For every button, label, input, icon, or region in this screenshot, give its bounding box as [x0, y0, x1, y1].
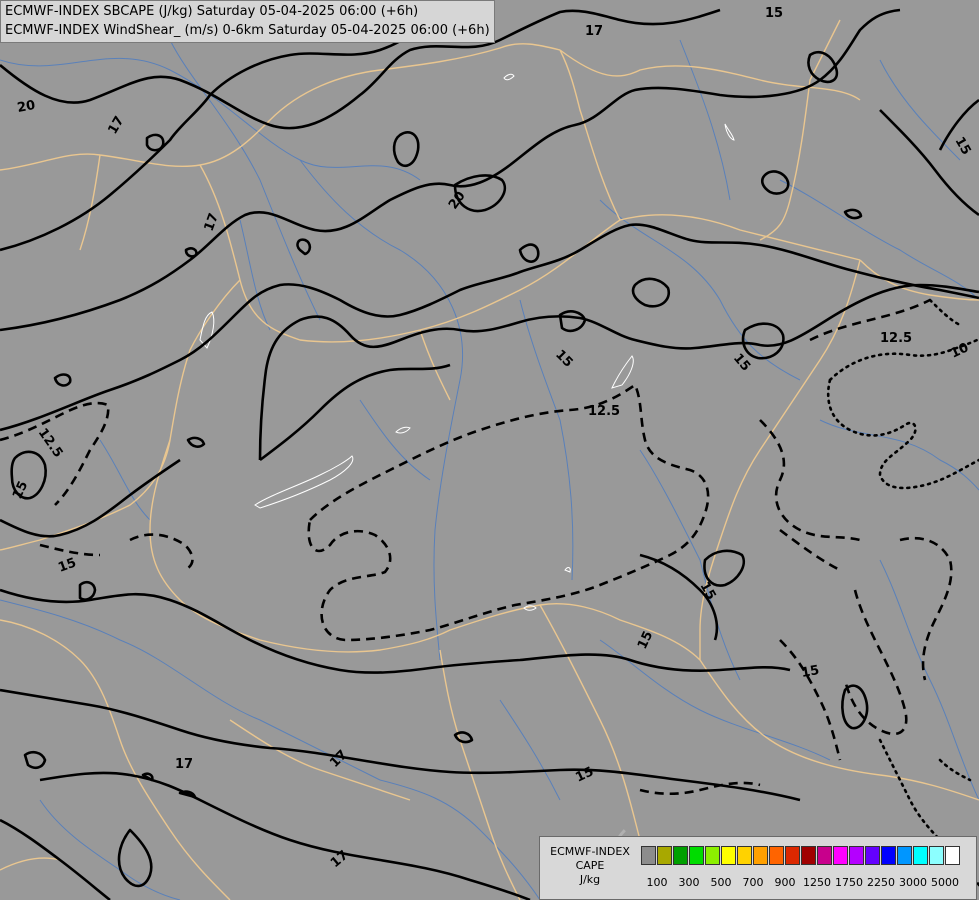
legend-tick: 100 — [646, 876, 668, 889]
legend-tick: 5000 — [931, 876, 959, 889]
legend-swatch — [801, 846, 816, 865]
contour-label: 15 — [800, 663, 820, 681]
legend-swatch — [785, 846, 800, 865]
legend-swatch — [705, 846, 720, 865]
legend-swatch — [721, 846, 736, 865]
sbcape-title: ECMWF-INDEX SBCAPE (J/kg) Saturday 05-04… — [5, 4, 419, 19]
legend-title-line1: ECMWF-INDEX — [550, 845, 630, 858]
legend-swatch — [817, 846, 832, 865]
legend-tick: 900 — [774, 876, 796, 889]
legend-swatch — [673, 846, 688, 865]
legend-color-scale — [641, 846, 961, 865]
contour-label: 20 — [16, 98, 36, 116]
legend-swatch — [657, 846, 672, 865]
contour-label: 12.5 — [588, 404, 620, 419]
legend-tick: 3000 — [899, 876, 927, 889]
legend-swatch — [913, 846, 928, 865]
legend-tick-labels: 100 300 500 700 900 1250 1750 2250 3000 5000 — [640, 876, 970, 890]
legend-title-line2: CAPE — [575, 859, 605, 872]
legend-swatch — [833, 846, 848, 865]
cape-legend: ECMWF-INDEX CAPE J/kg 100 300 500 700 900 125… — [539, 836, 977, 900]
legend-swatch — [897, 846, 912, 865]
legend-swatch — [929, 846, 944, 865]
contour-label: 17 — [175, 757, 193, 772]
legend-tick: 300 — [678, 876, 700, 889]
contour-label: 17 — [585, 24, 603, 39]
legend-tick: 1250 — [803, 876, 831, 889]
contour-label: 12.5 — [880, 331, 912, 346]
legend-tick: 500 — [710, 876, 732, 889]
legend-swatch — [849, 846, 864, 865]
legend-swatch — [737, 846, 752, 865]
legend-title: ECMWF-INDEX CAPE J/kg — [544, 845, 636, 887]
legend-swatch — [881, 846, 896, 865]
legend-swatch — [865, 846, 880, 865]
map-title-box: ECMWF-INDEX SBCAPE (J/kg) Saturday 05-04… — [0, 0, 495, 43]
legend-units: J/kg — [579, 873, 601, 886]
legend-swatch — [769, 846, 784, 865]
legend-swatch — [753, 846, 768, 865]
legend-tick: 2250 — [867, 876, 895, 889]
legend-swatch — [945, 846, 960, 865]
legend-swatch — [641, 846, 656, 865]
windshear-title: ECMWF-INDEX WindShear_ (m/s) 0-6km Satur… — [5, 23, 490, 38]
legend-tick: 1750 — [835, 876, 863, 889]
legend-swatch — [689, 846, 704, 865]
contour-label: 15 — [765, 6, 783, 21]
legend-tick: 700 — [742, 876, 764, 889]
forecast-map: 17 15 20 17 17 20 15 15 12.5 12.5 10 15 … — [0, 0, 979, 900]
